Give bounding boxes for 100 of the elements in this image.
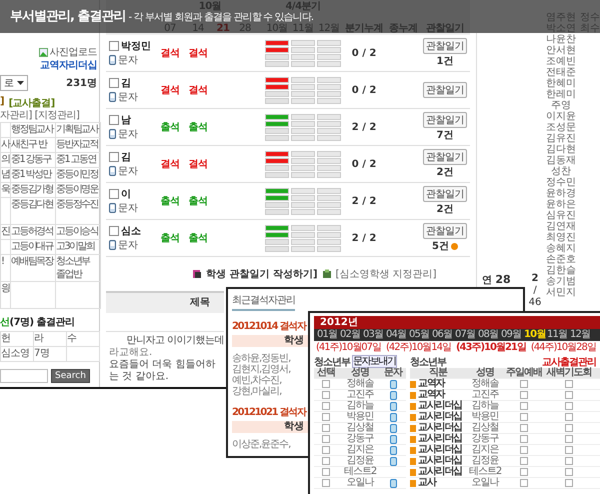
search-button[interactable]: Search xyxy=(51,369,90,383)
checkbox[interactable] xyxy=(565,446,573,454)
teacher-attendance-link[interactable]: [교사출결] xyxy=(8,96,55,108)
checkbox[interactable] xyxy=(565,435,573,443)
sms-link[interactable]: 문자 xyxy=(118,53,138,67)
member-name: 송혜지 xyxy=(546,243,576,254)
checkbox[interactable] xyxy=(520,457,528,465)
month-tab[interactable]: 04월 xyxy=(386,329,408,341)
management-links[interactable]: 자관리] [지정관리] xyxy=(0,110,80,121)
month-tab[interactable]: 05월 xyxy=(409,329,431,341)
checkbox[interactable] xyxy=(520,479,528,487)
checkbox[interactable] xyxy=(520,468,528,476)
search-field[interactable] xyxy=(0,369,48,383)
bracket-link[interactable]: ] xyxy=(0,96,5,108)
member-name: 한레미 xyxy=(546,89,576,100)
diary-count: 2건 xyxy=(436,203,454,216)
checkbox[interactable] xyxy=(322,457,330,465)
checkbox[interactable] xyxy=(322,380,330,388)
group-title: 20121021 결석자 xyxy=(232,407,306,418)
week-link[interactable]: (43주)10월21일 xyxy=(456,341,526,354)
quarter-total: 2 / 2 xyxy=(352,232,376,244)
quarter-total: 0 / 2 xyxy=(352,48,376,58)
diary-button[interactable]: 관찰일기 xyxy=(423,223,468,239)
sms-link[interactable]: 문자 xyxy=(118,238,138,252)
checkbox[interactable] xyxy=(520,424,528,432)
member-name: 윤하경 xyxy=(546,188,576,199)
sms-link[interactable]: 문자 xyxy=(118,127,138,141)
checkbox[interactable] xyxy=(109,189,119,199)
diary-count: 2건 xyxy=(436,166,454,179)
member-name: 조예빈 xyxy=(546,56,576,67)
table-cell: 중등김다현 xyxy=(11,199,54,210)
checkbox[interactable] xyxy=(109,41,119,51)
month-tab[interactable]: 03월 xyxy=(363,329,385,341)
checkbox[interactable] xyxy=(520,446,528,454)
week-link[interactable]: (44주)10월28일 xyxy=(530,341,596,354)
week-link[interactable]: (41주)10월07일 xyxy=(316,341,381,354)
checkbox[interactable] xyxy=(520,380,528,388)
month-tab[interactable]: 10월 xyxy=(524,329,546,341)
sms-button[interactable]: 문자보내기 xyxy=(352,355,396,368)
checkbox[interactable] xyxy=(565,479,573,487)
sms-link[interactable]: 문자 xyxy=(118,164,138,178)
checkbox[interactable] xyxy=(520,413,528,421)
tab[interactable]: 최근결석자관리 xyxy=(232,293,295,311)
checkbox[interactable] xyxy=(109,226,119,236)
checkbox[interactable] xyxy=(109,115,119,125)
checkbox[interactable] xyxy=(565,457,573,465)
checkbox[interactable] xyxy=(322,446,330,454)
ratio-value: 2 xyxy=(532,273,538,285)
diary-button[interactable]: 관찰일기 xyxy=(423,112,468,128)
diary-button[interactable]: 관찰일기 xyxy=(423,149,468,165)
column-header: 행정팀교사 xyxy=(11,124,54,135)
checkbox[interactable] xyxy=(520,435,528,443)
member-name: 강동구 xyxy=(346,434,375,444)
diary-button[interactable]: 관찰일기 xyxy=(423,82,468,98)
sms-link[interactable]: 문자 xyxy=(118,90,138,104)
write-diary-link[interactable]: 학생 관찰일기 작성하기] xyxy=(206,267,318,281)
banner-title: 부서별관리, 출결관리 xyxy=(10,9,126,24)
checkbox[interactable] xyxy=(322,435,330,443)
checkbox[interactable] xyxy=(520,391,528,399)
month-tab[interactable]: 06월 xyxy=(432,329,454,341)
checkbox[interactable] xyxy=(565,380,573,388)
month-tab[interactable]: 07월 xyxy=(455,329,477,341)
checkbox[interactable] xyxy=(109,152,119,162)
checkbox[interactable] xyxy=(322,391,330,399)
checkbox[interactable] xyxy=(565,391,573,399)
week-link[interactable]: (42주)10월14일 xyxy=(386,341,451,354)
diary-button[interactable]: 관찰일기 xyxy=(423,186,468,202)
sms-link[interactable]: 문자 xyxy=(118,201,138,215)
checkbox[interactable] xyxy=(322,402,330,410)
member-name: 심유진 xyxy=(546,210,576,221)
checkbox[interactable] xyxy=(322,413,330,421)
empty-bar-drawing xyxy=(291,224,315,252)
leadership-link[interactable]: 교역자리더십 xyxy=(40,60,97,71)
diary-text: 만니자고 이이기했는데 xyxy=(126,335,224,346)
dropdown[interactable]: 로 xyxy=(0,75,28,91)
teacher-attendance-link[interactable]: 교사출결관리 xyxy=(542,354,596,368)
month-tab[interactable]: 08월 xyxy=(478,329,500,341)
month-tab[interactable]: 09월 xyxy=(501,329,523,341)
checkbox[interactable] xyxy=(565,413,573,421)
month-tab[interactable]: 01월 xyxy=(317,329,339,341)
checkbox[interactable] xyxy=(565,468,573,476)
checkbox[interactable] xyxy=(322,479,330,487)
month-tab[interactable]: 12월 xyxy=(570,329,592,341)
member-name: 송기범 xyxy=(546,276,576,287)
checkbox[interactable] xyxy=(322,424,330,432)
manage-link[interactable]: [심소영학생 지정관리] xyxy=(336,267,437,281)
checkbox[interactable] xyxy=(520,402,528,410)
month-tab[interactable]: 11월 xyxy=(547,329,569,341)
checkbox[interactable] xyxy=(565,424,573,432)
checkbox[interactable] xyxy=(322,468,330,476)
diary-button[interactable]: 관찰일기 xyxy=(423,38,468,54)
attendance-status: 결석 xyxy=(160,85,180,96)
diary-count: 1건 xyxy=(436,55,454,68)
student-name: 이 xyxy=(121,188,131,201)
member-name: 테스트2 xyxy=(468,467,502,477)
checkbox[interactable] xyxy=(109,78,119,88)
photo-upload-link[interactable]: 사진업로드 xyxy=(50,45,97,59)
diary-count: 5건 xyxy=(432,240,449,253)
month-tab[interactable]: 02월 xyxy=(340,329,362,341)
checkbox[interactable] xyxy=(565,402,573,410)
